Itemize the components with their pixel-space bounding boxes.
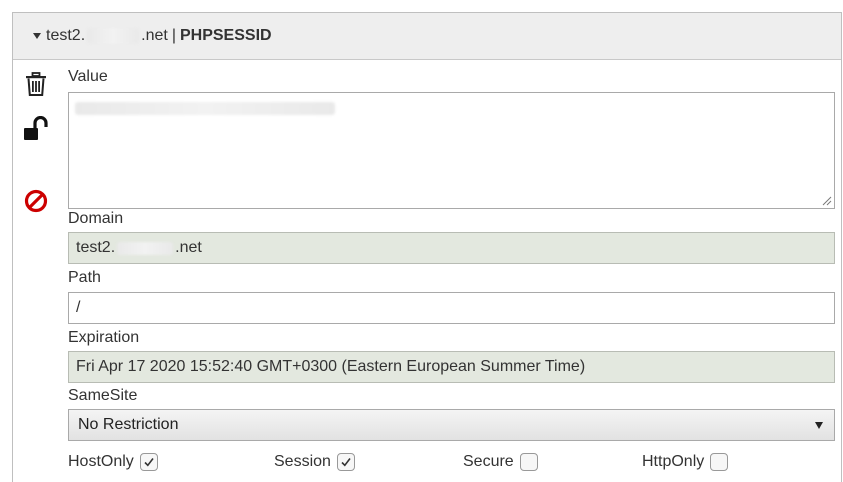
path-label: Path	[68, 269, 101, 286]
caret-down-icon[interactable]	[33, 33, 41, 39]
domain-suffix: .net	[175, 239, 202, 256]
trash-icon[interactable]	[23, 71, 49, 97]
samesite-label: SameSite	[68, 387, 138, 404]
secure-label: Secure	[463, 453, 514, 470]
secure-box[interactable]	[519, 453, 538, 471]
value-textarea[interactable]	[68, 92, 835, 209]
cookie-flags: HostOnly Session Secure HttpOnly	[68, 453, 835, 477]
dropdown-arrow-icon	[815, 421, 823, 429]
path-field[interactable]: /	[68, 292, 835, 324]
hostonly-box[interactable]	[139, 453, 158, 471]
session-checkbox[interactable]: Session	[274, 453, 355, 471]
cookie-name: PHPSESSID	[179, 27, 272, 44]
redacted-value	[75, 102, 335, 115]
checkmark-icon	[341, 458, 351, 467]
secure-checkbox[interactable]: Secure	[463, 453, 538, 471]
domain-prefix: test2.	[76, 239, 116, 256]
header-domain-prefix: test2.	[46, 27, 86, 44]
value-label: Value	[68, 68, 108, 85]
httponly-checkbox[interactable]: HttpOnly	[642, 453, 729, 471]
session-label: Session	[274, 453, 331, 470]
expiration-value: Fri Apr 17 2020 15:52:40 GMT+0300 (Easte…	[76, 358, 586, 375]
hostonly-checkbox[interactable]: HostOnly	[68, 453, 158, 471]
header-domain-suffix: .net	[141, 27, 168, 44]
httponly-box[interactable]	[710, 453, 729, 471]
domain-label: Domain	[68, 210, 124, 227]
unlock-icon[interactable]	[23, 116, 49, 142]
redacted-domain-field	[117, 241, 174, 255]
samesite-select[interactable]: No Restriction	[68, 409, 835, 441]
checkmark-icon	[144, 458, 154, 467]
block-icon[interactable]	[23, 188, 49, 214]
expiration-field[interactable]: Fri Apr 17 2020 15:52:40 GMT+0300 (Easte…	[68, 351, 835, 383]
hostonly-label: HostOnly	[68, 453, 134, 470]
cookie-header[interactable]: test2. .net | PHPSESSID	[13, 13, 841, 60]
redacted-domain	[87, 28, 140, 44]
session-box[interactable]	[336, 453, 355, 471]
samesite-value: No Restriction	[78, 416, 179, 433]
resize-handle-icon[interactable]	[822, 196, 832, 206]
expiration-label: Expiration	[68, 329, 140, 346]
path-value: /	[76, 299, 81, 316]
cookie-editor-panel: test2. .net | PHPSESSID Value Domain tes…	[12, 12, 842, 482]
domain-field[interactable]: test2. .net	[68, 232, 835, 264]
header-separator: |	[171, 27, 176, 44]
httponly-label: HttpOnly	[642, 453, 705, 470]
